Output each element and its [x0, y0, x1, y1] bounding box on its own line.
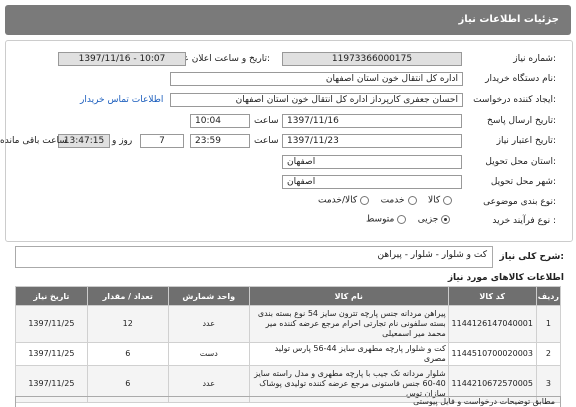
- page-title: جزئیات اطلاعات نیاز: [458, 14, 559, 25]
- category-label: نوع بندی موضوعی:: [483, 197, 556, 207]
- purchase-option-minor[interactable]: جزیی: [418, 214, 451, 225]
- item-qty: 12: [86, 305, 169, 343]
- table-row: 2 1144510700020003 کت و شلوار پارچه مطهر…: [15, 342, 562, 366]
- purchase-type-label: نوع فرآیند خرید :: [492, 216, 556, 226]
- announce-field: 1397/11/16 - 10:07: [58, 52, 186, 66]
- row-number: 1: [535, 305, 562, 343]
- send-time-label: ساعت: [254, 116, 279, 126]
- row-number: 2: [535, 342, 562, 366]
- goods-table: ردیف کد کالا نام کالا واحد شمارش تعداد /…: [15, 286, 562, 403]
- item-unit: عدد: [167, 305, 250, 343]
- table-row: 1 1144126147040001 پیراهن مردانه جنس پار…: [15, 305, 562, 343]
- item-qty: 6: [86, 342, 169, 366]
- item-date: 1397/11/25: [15, 305, 88, 343]
- validity-time-label: ساعت: [254, 136, 279, 146]
- days-field: 7: [140, 134, 184, 148]
- col-row: ردیف: [535, 286, 562, 306]
- col-qty: تعداد / مقدار: [86, 286, 169, 306]
- contact-buyer-link[interactable]: اطلاعات تماس خریدار: [80, 95, 163, 105]
- send-date-label: تاریخ ارسال پاسخ:: [487, 116, 556, 126]
- validity-date-field: 1397/11/23: [282, 134, 462, 148]
- item-code: 1144510700020003: [447, 342, 537, 366]
- item-name: پیراهن مردانه جنس پارچه تترون سایز 54 نو…: [248, 305, 449, 343]
- item-date: 1397/11/25: [15, 342, 88, 366]
- purchase-option-medium[interactable]: متوسط: [366, 214, 407, 225]
- buyer-field: اداره کل انتقال خون استان اصفهان: [170, 72, 463, 86]
- send-date-field: 1397/11/16: [282, 114, 462, 128]
- category-option-service[interactable]: خدمت: [381, 195, 417, 206]
- creator-field: احسان جعفری کارپرداز اداره کل انتقال خون…: [170, 93, 463, 107]
- item-unit: دست: [167, 342, 250, 366]
- notes-field: مطابق توضیحات درخواست و فایل پیوستی: [15, 396, 561, 407]
- validity-time-field: 23:59: [190, 134, 250, 148]
- creator-label: ایجاد کننده درخواست:: [473, 95, 556, 105]
- province-field: اصفهان: [282, 155, 462, 169]
- category-option-goods[interactable]: کالا: [428, 195, 453, 206]
- summary-field: کت و شلوار - شلوار - پیراهن: [15, 246, 493, 268]
- province-label: استان محل تحویل:: [485, 157, 556, 167]
- city-field: اصفهان: [282, 175, 462, 189]
- item-code: 1144126147040001: [447, 305, 537, 343]
- col-date: تاریخ نیاز: [15, 286, 88, 306]
- send-time-field: 10:04: [190, 114, 250, 128]
- page-header: جزئیات اطلاعات نیاز: [5, 5, 571, 35]
- remaining-label: ساعت باقی مانده: [0, 136, 67, 146]
- need-number-field: 11973366000175: [282, 52, 462, 66]
- need-number-label: شماره نیاز:: [513, 54, 556, 64]
- summary-label: شرح کلی نیاز:: [499, 252, 564, 262]
- category-option-goods-service[interactable]: کالا/خدمت: [318, 195, 370, 206]
- purchase-radio-group: جزیی متوسط: [366, 214, 451, 225]
- col-code: کد کالا: [447, 286, 537, 306]
- col-name: نام کالا: [248, 286, 449, 306]
- validity-label: تاریخ اعتبار نیاز:: [496, 136, 556, 146]
- buyer-label: نام دستگاه خریدار:: [485, 74, 556, 84]
- col-unit: واحد شمارش: [167, 286, 250, 306]
- days-label: روز و: [112, 136, 133, 146]
- goods-section-title: اطلاعات کالاهای مورد نیاز: [447, 273, 564, 283]
- category-radio-group: کالا خدمت کالا/خدمت: [318, 195, 453, 206]
- city-label: شهر محل تحویل:: [490, 177, 556, 187]
- item-name: کت و شلوار پارچه مطهری سایز 44-56 پارس ت…: [248, 342, 449, 366]
